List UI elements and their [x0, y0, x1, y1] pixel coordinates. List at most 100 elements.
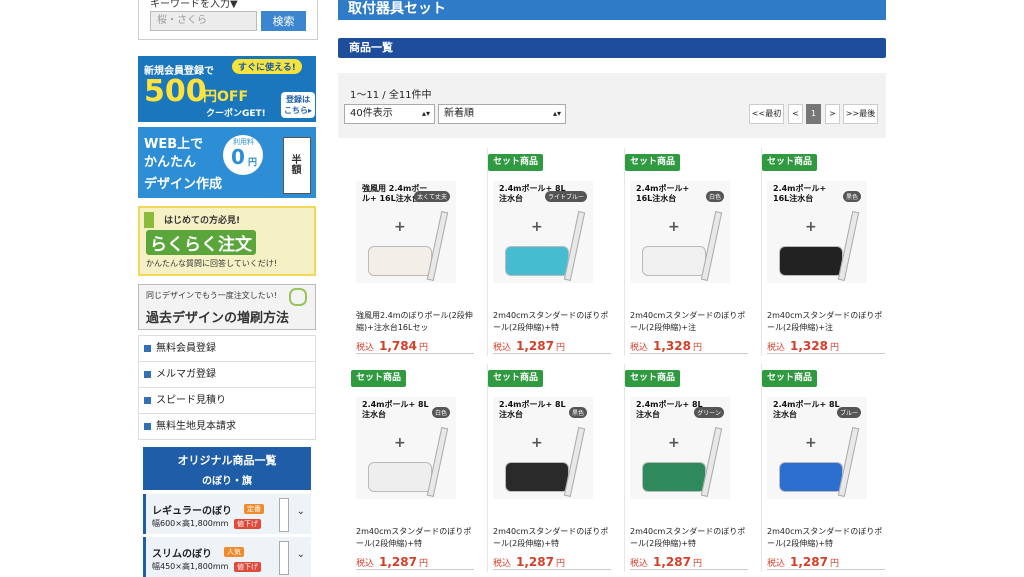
sort-value: 新着順: [444, 108, 474, 119]
member-banner-amount: 500: [144, 74, 207, 109]
category-name: レギュラーのぼり: [152, 506, 232, 517]
side-link-label: スピード見積り: [156, 395, 226, 406]
category-size: 幅450×高1,800mm: [152, 562, 229, 571]
tax-label: 税込: [356, 559, 375, 569]
search-box: キーワードを入力▼ 桜・さくら 検索: [138, 0, 318, 40]
product-card[interactable]: 強風用 2.4mポール+ 16L注水台 太くて丈夫 + 強風用2.4mのぼりポール(2…: [351, 148, 488, 356]
product-image-tag: 白色: [705, 191, 724, 202]
set-product-badge: セット商品: [488, 370, 544, 387]
per-page-select[interactable]: 40件表示 ▴▾: [344, 104, 435, 124]
price-unit: 円: [418, 343, 428, 353]
price-unit: 円: [555, 343, 565, 353]
product-image[interactable]: 強風用 2.4mポール+ 16L注水台 太くて丈夫 +: [356, 181, 456, 283]
product-image-tag: ライトブルー: [544, 191, 587, 202]
page-title: 取付器具セット: [338, 0, 886, 20]
product-price: 税込 1,287 円: [356, 551, 428, 570]
easy-order-banner[interactable]: はじめての方必見! らくらく注文 かんたんな質問に回答していくだけ!: [138, 206, 316, 276]
price-value: 1,784: [379, 339, 417, 353]
member-signup-banner[interactable]: 新規会員登録で すぐに使える! 500 円OFF クーポンGET! 登録は こち…: [138, 56, 316, 122]
price-unit: 円: [555, 559, 565, 569]
product-image-title: 2.4mポール+ 16L注水台: [773, 184, 827, 203]
product-image-tag: グリーン: [694, 407, 724, 418]
product-card[interactable]: セット商品 2.4mポール+ 8L注水台 ブルー + 2m40cmスタンダードのぼりポー…: [762, 364, 885, 572]
reprint-banner-main: 過去デザインの増刷方法: [146, 311, 290, 326]
side-link-speed-estimate[interactable]: スピード見積り: [139, 388, 315, 414]
plus-icon: +: [394, 219, 406, 235]
pager-first[interactable]: <<最初: [749, 104, 784, 124]
pager-current[interactable]: 1: [806, 104, 821, 124]
fee-circle: 利用料 0 円: [223, 135, 263, 175]
product-image[interactable]: 2.4mポール+ 8L注水台 グリーン +: [630, 397, 730, 499]
square-bullet-icon: [144, 370, 151, 378]
product-name[interactable]: 2m40cmスタンダードのぼりポール(2段伸縮)+注: [630, 310, 748, 334]
product-name[interactable]: 2m40cmスタンダードのぼりポール(2段伸縮)+特: [493, 526, 611, 550]
product-image[interactable]: 2.4mポール+ 16L注水台 黒色 +: [767, 181, 867, 283]
set-product-badge: セット商品: [625, 370, 681, 387]
reprint-banner[interactable]: 同じデザインでもう一度注文したい! 過去デザインの増刷方法: [138, 284, 316, 330]
member-banner-pill: すぐに使える!: [232, 59, 302, 74]
product-price: 税込 1,287 円: [493, 551, 565, 570]
category-regular-nobori[interactable]: レギュラーのぼり 定番 幅600×高1,800mm 値下げ ⌄: [143, 494, 311, 534]
category-size: 幅600×高1,800mm: [152, 519, 229, 528]
chevron-down-icon[interactable]: ⌄: [297, 506, 305, 517]
product-name[interactable]: 2m40cmスタンダードのぼりポール(2段伸縮)+注: [767, 310, 885, 334]
pole-shape: [700, 427, 723, 497]
tax-label: 税込: [493, 343, 512, 353]
search-input[interactable]: 桜・さくら: [150, 11, 257, 31]
pole-shape: [426, 211, 449, 281]
sort-select[interactable]: 新着順 ▴▾: [438, 104, 566, 124]
product-image-tag: 黒色: [568, 407, 587, 418]
fee-unit: 円: [248, 158, 258, 168]
plus-icon: +: [394, 435, 406, 451]
pager-prev[interactable]: <: [788, 104, 803, 124]
product-card[interactable]: セット商品 2.4mポール+ 16L注水台 黒色 +2m40cmスタンダードのぼりポー…: [762, 148, 885, 356]
set-product-badge: セット商品: [762, 370, 818, 387]
set-product-badge: セット商品: [625, 154, 681, 171]
web-design-banner[interactable]: WEB上で かんたん デザイン作成 利用料 0 円 半額: [138, 127, 316, 198]
product-price: 税込 1,287 円: [767, 551, 839, 570]
refresh-icon: [289, 288, 307, 306]
category-slim-nobori[interactable]: スリムのぼり 人気 幅450×高1,800mm 値下げ ⌄: [143, 537, 311, 577]
product-name[interactable]: 強風用2.4mのぼりポール(2段伸縮)+注水台16Lセッ: [356, 310, 474, 334]
product-image[interactable]: 2.4mポール+ 8L注水台 ブルー +: [767, 397, 867, 499]
search-button[interactable]: 検索: [261, 11, 306, 31]
product-card[interactable]: セット商品 2.4mポール+ 8L注水台 黒色 +2m40cmスタンダードのぼりポール…: [488, 364, 625, 572]
product-image[interactable]: 2.4mポール+ 8L注水台 黒色 +: [493, 397, 593, 499]
product-image[interactable]: 2.4mポール+ 8L注水台 ライトブルー +: [493, 181, 593, 283]
product-image-tag: 黒色: [842, 191, 861, 202]
price-unit: 円: [692, 559, 702, 569]
product-card[interactable]: セット商品 2.4mポール+ 8L注水台 グリーン + 2m40cmスタンダードのぼりポ…: [625, 364, 762, 572]
product-card[interactable]: セット商品 2.4mポール+ 8L注水台 白色 +2m40cmスタンダードのぼりポール…: [351, 364, 488, 572]
result-count: 1～11 / 全11件中: [350, 90, 432, 101]
product-image[interactable]: 2.4mポール+ 16L注水台 白色 +: [630, 181, 730, 283]
side-link-fabric-sample[interactable]: 無料生地見本請求: [139, 414, 315, 439]
list-toolbar: 1～11 / 全11件中 40件表示 ▴▾ 新着順 ▴▾ <<最初 < 1 > …: [338, 73, 886, 138]
water-base-shape: [642, 246, 706, 276]
product-card[interactable]: セット商品 2.4mポール+ 8L注水台 ライトブルー +2m40cmスタンダードのぼ…: [488, 148, 625, 356]
chevron-down-icon[interactable]: ⌄: [297, 549, 305, 560]
product-image-tag: 白色: [431, 407, 450, 418]
easy-banner-main: らくらく注文: [146, 230, 256, 255]
pole-shape: [837, 427, 860, 497]
product-name[interactable]: 2m40cmスタンダードのぼりポール(2段伸縮)+特: [630, 526, 748, 550]
set-product-badge: セット商品: [762, 154, 818, 171]
side-link-mailmag[interactable]: メルマガ登録: [139, 362, 315, 388]
product-name[interactable]: 2m40cmスタンダードのぼりポール(2段伸縮)+特: [767, 526, 885, 550]
tax-label: 税込: [493, 559, 512, 569]
product-card[interactable]: セット商品 2.4mポール+ 16L注水台 白色 +2m40cmスタンダードのぼりポー…: [625, 148, 762, 356]
pager-last[interactable]: >>最後: [843, 104, 878, 124]
category-name: スリムのぼり: [152, 549, 212, 560]
product-image-tag: ブルー: [836, 407, 861, 418]
pager-next[interactable]: >: [825, 104, 840, 124]
original-products-header: オリジナル商品一覧 のぼり・旗: [143, 447, 311, 490]
product-name[interactable]: 2m40cmスタンダードのぼりポール(2段伸縮)+特: [356, 526, 474, 550]
square-bullet-icon: [144, 422, 151, 430]
easy-banner-top: はじめての方必見!: [164, 216, 241, 226]
side-link-free-register[interactable]: 無料会員登録: [139, 336, 315, 362]
product-image[interactable]: 2.4mポール+ 8L注水台 白色 +: [356, 397, 456, 499]
price-unit: 円: [692, 343, 702, 353]
plus-icon: +: [531, 435, 543, 451]
plus-icon: +: [668, 219, 680, 235]
product-name[interactable]: 2m40cmスタンダードのぼりポール(2段伸縮)+特: [493, 310, 611, 334]
original-products-subtitle: のぼり・旗: [202, 476, 252, 487]
